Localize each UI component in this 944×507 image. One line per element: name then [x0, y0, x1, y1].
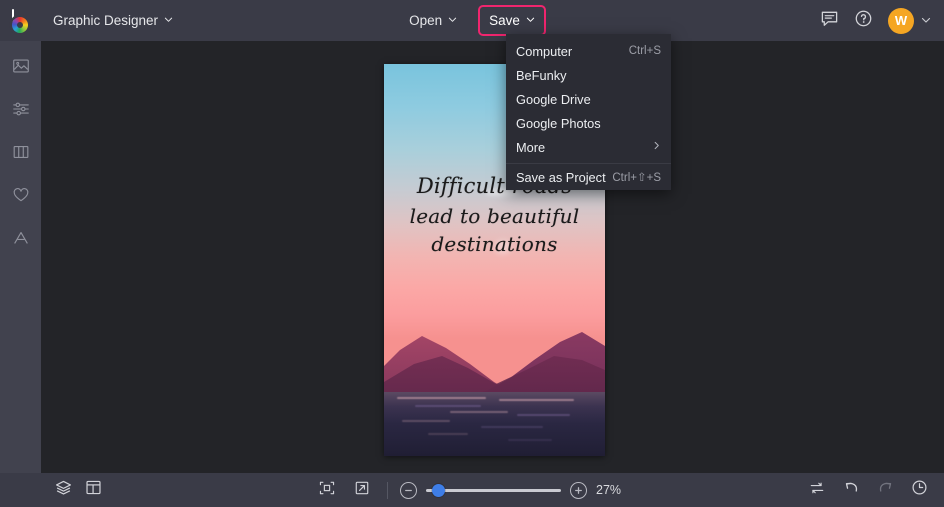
sidebar-item-customize-tool[interactable] [5, 95, 37, 127]
workspace-mode-label: Graphic Designer [53, 13, 158, 28]
swap-arrows-icon [808, 479, 826, 502]
user-avatar[interactable]: W [888, 8, 914, 34]
menu-item-google-photos[interactable]: Google Photos [506, 111, 671, 135]
chevron-down-icon [921, 12, 931, 30]
zoom-slider-track [426, 489, 561, 492]
columns-layout-icon [11, 142, 31, 167]
menu-item-google-drive[interactable]: Google Drive [506, 87, 671, 111]
open-label: Open [409, 13, 442, 28]
heart-icon [11, 185, 31, 210]
redo-arrow-icon [876, 478, 895, 502]
chevron-down-icon [526, 15, 535, 24]
account-menu-button[interactable] [918, 12, 934, 30]
menu-item-shortcut: Ctrl+⇧+S [612, 170, 661, 184]
workspace-mode-selector[interactable]: Graphic Designer [44, 7, 182, 34]
chevron-down-icon [164, 15, 173, 24]
avatar-initial: W [895, 13, 907, 28]
layers-stack-icon [54, 478, 73, 502]
befunky-logo[interactable] [0, 0, 41, 41]
quote-line-3: destinations [384, 230, 605, 258]
left-tool-sidebar [0, 41, 41, 507]
chevron-down-icon [448, 15, 457, 24]
history-button[interactable] [906, 477, 932, 503]
sidebar-item-image-tool[interactable] [5, 52, 37, 84]
save-button[interactable]: Save [480, 7, 544, 34]
zoom-slider-handle[interactable] [432, 484, 445, 497]
zoom-level-label: 27% [596, 483, 630, 497]
zoom-out-button[interactable] [400, 482, 417, 499]
fit-to-screen-button[interactable] [314, 477, 340, 503]
menu-item-label: Computer [516, 44, 629, 59]
question-circle-icon [854, 9, 873, 33]
artwork-water [384, 392, 605, 456]
sliders-adjustments-icon [11, 99, 31, 124]
sidebar-item-text-tool[interactable] [5, 224, 37, 256]
undo-arrow-icon [842, 478, 861, 502]
bottom-right-actions [804, 477, 932, 503]
feedback-button[interactable] [814, 6, 844, 36]
sidebar-item-layout-tool[interactable] [5, 138, 37, 170]
menu-item-label: Save as Project [516, 170, 612, 185]
befunky-color-wheel-logo-icon [9, 9, 33, 33]
template-layout-icon [84, 478, 103, 502]
fit-to-screen-icon [318, 479, 336, 502]
letter-a-text-icon [11, 228, 31, 253]
quote-line-2: lead to beautiful [384, 202, 605, 230]
clock-history-icon [910, 478, 929, 502]
swap-button[interactable] [804, 477, 830, 503]
befunky-graphic-designer-app: Graphic Designer Open Save [0, 0, 944, 507]
menu-item-label: More [516, 140, 652, 155]
zoom-slider[interactable] [426, 482, 561, 498]
redo-button[interactable] [872, 477, 898, 503]
layers-button[interactable] [50, 477, 76, 503]
plus-icon [573, 485, 584, 496]
menu-item-label: Google Photos [516, 116, 661, 131]
save-dropdown-menu: Computer Ctrl+S BeFunky Google Drive Goo… [506, 34, 671, 190]
expand-arrow-icon [353, 479, 371, 502]
fullscreen-button[interactable] [349, 477, 375, 503]
bottom-toolbar: 27% [0, 473, 944, 507]
canvas-workspace[interactable]: Difficult roads lead to beautiful destin… [41, 41, 944, 473]
zoom-in-button[interactable] [570, 482, 587, 499]
open-button[interactable]: Open [400, 7, 466, 34]
menu-item-computer[interactable]: Computer Ctrl+S [506, 39, 671, 63]
template-button[interactable] [80, 477, 106, 503]
menu-item-shortcut: Ctrl+S [629, 45, 661, 57]
menu-item-label: Google Drive [516, 92, 661, 107]
minus-icon [403, 485, 414, 496]
sidebar-item-graphics-tool[interactable] [5, 181, 37, 213]
chevron-right-icon [652, 141, 661, 153]
image-picture-icon [11, 56, 31, 81]
save-label: Save [489, 13, 520, 28]
chat-bubble-icon [820, 9, 839, 33]
menu-item-label: BeFunky [516, 68, 661, 83]
menu-item-save-as-project[interactable]: Save as Project Ctrl+⇧+S [506, 164, 671, 190]
menu-item-befunky[interactable]: BeFunky [506, 63, 671, 87]
zoom-controls: 27% [0, 477, 944, 503]
menu-item-more[interactable]: More [506, 135, 671, 159]
bottom-left-actions [0, 477, 106, 503]
top-toolbar: Graphic Designer Open Save [0, 0, 944, 41]
toolbar-divider [387, 482, 388, 499]
top-right-actions: W [814, 0, 934, 41]
help-button[interactable] [848, 6, 878, 36]
undo-button[interactable] [838, 477, 864, 503]
